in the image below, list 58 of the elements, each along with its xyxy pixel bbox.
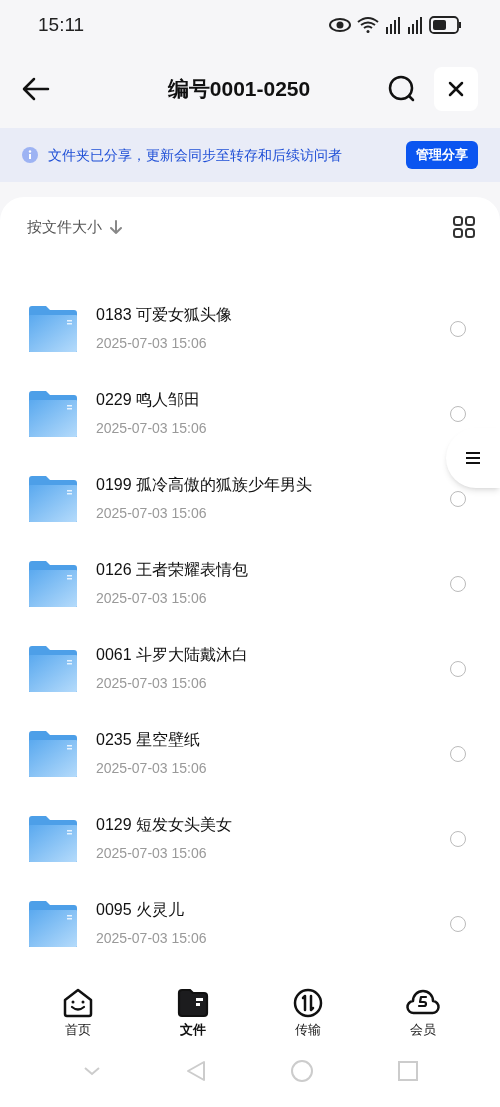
folder-icon: [29, 560, 77, 607]
folder-date: 2025-07-03 15:06: [96, 929, 208, 948]
share-message: 文件夹已分享，更新会同步至转存和后续访问者: [48, 145, 343, 165]
folder-date: 2025-07-03 15:06: [96, 844, 208, 863]
signal-icon: [385, 16, 401, 34]
file-row[interactable]: 0235 星空壁纸 2025-07-03 15:06: [0, 711, 500, 796]
file-row[interactable]: 0199 孤冷高傲的狐族少年男头 2025-07-03 15:06: [0, 456, 500, 541]
manage-share-button[interactable]: 管理分享: [406, 141, 478, 169]
square-icon[interactable]: [397, 1060, 418, 1081]
file-row[interactable]: 0183 可爱女狐头像 2025-07-03 15:06: [0, 286, 500, 371]
folder-date: 2025-07-03 15:06: [96, 674, 208, 693]
search-icon[interactable]: [388, 75, 416, 103]
menu-icon: [465, 451, 481, 465]
nav-tab[interactable]: 传输: [272, 988, 343, 1040]
folder-name: 0095 火灵儿: [96, 900, 186, 920]
folder-icon: [29, 390, 77, 437]
file-row[interactable]: 0126 王者荣耀表情包 2025-07-03 15:06: [0, 541, 500, 626]
folder-name: 0183 可爱女狐头像: [96, 305, 234, 325]
close-button[interactable]: [434, 67, 478, 111]
folder-name: 0126 王者荣耀表情包: [96, 560, 250, 580]
folder-name: 0229 鸣人邹田: [96, 390, 202, 410]
file-row[interactable]: 0061 斗罗大陆戴沐白 2025-07-03 15:06: [0, 626, 500, 711]
folder-icon: [29, 730, 77, 777]
page-title: 编号0001-0250: [166, 76, 312, 103]
folder-name: 0129 短发女头美女: [96, 815, 234, 835]
file-row[interactable]: 0129 短发女头美女 2025-07-03 15:06: [0, 796, 500, 881]
folder-icon: [29, 305, 77, 352]
folder-date: 2025-07-03 15:06: [96, 759, 208, 778]
down-arrow-icon: [110, 220, 122, 234]
file-row[interactable]: 0095 火灵儿 2025-07-03 15:06: [0, 881, 500, 966]
file-row[interactable]: 0229 鸣人邹田 2025-07-03 15:06: [0, 371, 500, 456]
folder-name: 0199 孤冷高傲的狐族少年男头: [96, 475, 314, 495]
chevron-down-icon[interactable]: [82, 1065, 101, 1076]
folder-date: 2025-07-03 15:06: [96, 419, 208, 438]
back-triangle-icon[interactable]: [185, 1059, 206, 1082]
sort-button[interactable]: 按文件大小: [27, 215, 122, 239]
back-arrow-icon[interactable]: [22, 77, 50, 101]
info-icon: [22, 147, 38, 163]
nav-tab[interactable]: 会员: [387, 988, 458, 1040]
battery-icon: [429, 16, 462, 34]
folder-name: 0061 斗罗大陆戴沐白: [96, 645, 250, 665]
folder-icon: [29, 645, 77, 692]
signal-icon: [407, 16, 423, 34]
close-icon: [448, 81, 464, 97]
nav-tab[interactable]: 文件: [157, 988, 228, 1040]
wifi-icon: [357, 16, 379, 34]
folder-name: 0235 星空壁纸: [96, 730, 202, 750]
folder-icon: [29, 475, 77, 522]
folder-icon: [29, 815, 77, 862]
grid-view-icon[interactable]: [453, 216, 475, 238]
folder-date: 2025-07-03 15:06: [96, 334, 208, 353]
status-time: 15:11: [38, 12, 85, 37]
folder-icon: [29, 900, 77, 947]
home-circle-icon[interactable]: [290, 1059, 313, 1082]
folder-date: 2025-07-03 15:06: [96, 589, 208, 608]
nav-tab[interactable]: 首页: [42, 988, 113, 1040]
eye-icon: [329, 18, 351, 32]
folder-date: 2025-07-03 15:06: [96, 504, 208, 523]
